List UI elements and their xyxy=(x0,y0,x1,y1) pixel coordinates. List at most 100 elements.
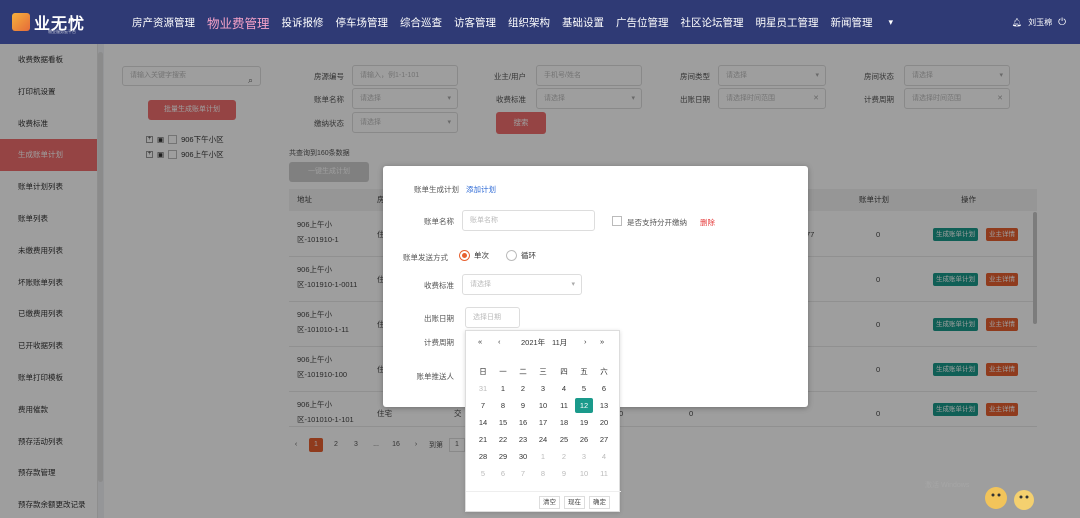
user-area: 🔔︎ 刘玉棉 ⏻ xyxy=(1012,0,1066,44)
send-loop-radio[interactable]: 循环 xyxy=(506,250,536,261)
calendar-day[interactable]: 3 xyxy=(534,381,552,396)
nav-item[interactable]: 综合巡查 xyxy=(400,15,442,30)
next-year-icon[interactable]: » xyxy=(600,337,604,346)
calendar-day[interactable]: 17 xyxy=(534,415,552,430)
calendar-day[interactable]: 27 xyxy=(595,432,613,447)
calendar-day[interactable]: 26 xyxy=(575,432,593,447)
calendar-day[interactable]: 29 xyxy=(494,449,512,464)
calendar-day[interactable]: 24 xyxy=(534,432,552,447)
prev-month-icon[interactable]: ‹ xyxy=(498,337,501,346)
calendar-day[interactable]: 15 xyxy=(494,415,512,430)
calendar-day[interactable]: 7 xyxy=(514,466,532,481)
delete-link[interactable]: 删除 xyxy=(700,217,715,228)
calendar-day[interactable]: 8 xyxy=(534,466,552,481)
calendar-day[interactable]: 23 xyxy=(514,432,532,447)
calendar-day[interactable]: 30 xyxy=(514,449,532,464)
weekday-label: 二 xyxy=(519,367,527,376)
nav-item[interactable]: 停车场管理 xyxy=(336,15,389,30)
user-name[interactable]: 刘玉棉 xyxy=(1028,17,1052,28)
calendar-day[interactable]: 10 xyxy=(534,398,552,413)
mascot-image xyxy=(982,478,1042,514)
calendar-day[interactable]: 18 xyxy=(555,415,573,430)
brand-logo[interactable]: 业无忧 物业服务云平台 xyxy=(12,9,85,35)
calendar-day[interactable]: 19 xyxy=(575,415,593,430)
main-nav: 房产资源管理 物业费管理 投诉报修 停车场管理 综合巡查 访客管理 组织架构 基础设置 广告位管… xyxy=(132,0,905,44)
calendar-day[interactable]: 7 xyxy=(474,398,492,413)
radio-on-icon xyxy=(459,250,470,261)
more-caret-icon[interactable]: ▾ xyxy=(889,17,894,28)
split-pay-checkbox[interactable] xyxy=(612,216,622,226)
calendar-day[interactable]: 6 xyxy=(494,466,512,481)
calendar-day[interactable]: 1 xyxy=(534,449,552,464)
calendar-day[interactable]: 13 xyxy=(595,398,613,413)
calendar-month[interactable]: 11月 xyxy=(552,337,567,348)
calendar-day[interactable]: 11 xyxy=(555,398,573,413)
fee-period-modal-label: 计费周期 xyxy=(424,338,454,347)
logo-mark-icon xyxy=(12,13,30,31)
weekday-label: 四 xyxy=(560,367,568,376)
calendar-day[interactable]: 9 xyxy=(555,466,573,481)
calendar-day[interactable]: 8 xyxy=(494,398,512,413)
radio-off-icon xyxy=(506,250,517,261)
power-icon[interactable]: ⏻ xyxy=(1058,17,1066,28)
nav-item[interactable]: 物业费管理 xyxy=(207,13,270,32)
calendar-day[interactable]: 28 xyxy=(474,449,492,464)
nav-item[interactable]: 房产资源管理 xyxy=(132,15,195,30)
nav-item[interactable]: 组织架构 xyxy=(508,15,550,30)
calendar-day[interactable]: 6 xyxy=(595,381,613,396)
date-picker: « ‹ 2021年 11月 › » 日一二三四五六 31 1 2 3 4 5 6 7 8 9 10 11… xyxy=(465,330,621,513)
calendar-day[interactable]: 2 xyxy=(514,381,532,396)
calendar-day[interactable]: 14 xyxy=(474,415,492,430)
nav-item[interactable]: 新闻管理 xyxy=(831,15,873,30)
next-month-icon[interactable]: › xyxy=(584,337,587,346)
calendar-day[interactable]: 5 xyxy=(575,381,593,396)
nav-item[interactable]: 社区论坛管理 xyxy=(681,15,744,30)
calendar-day[interactable]: 3 xyxy=(575,449,593,464)
weekday-label: 一 xyxy=(499,367,507,376)
calendar-day[interactable]: 11 xyxy=(595,466,613,481)
clear-button[interactable]: 清空 xyxy=(539,496,560,509)
bill-date-modal-input[interactable]: 选择日期 xyxy=(465,307,520,328)
calendar-day[interactable]: 9 xyxy=(514,398,532,413)
bill-name-modal-label: 账单名称 xyxy=(424,217,454,226)
bill-date-modal-label: 出账日期 xyxy=(424,314,454,323)
split-pay-label: 是否支持分开缴纳 xyxy=(627,218,687,227)
calendar-day[interactable]: 4 xyxy=(595,449,613,464)
calendar-day[interactable]: 20 xyxy=(595,415,613,430)
bill-name-modal-input[interactable]: 账单名称 xyxy=(462,210,595,231)
top-navbar: 业无忧 物业服务云平台 房产资源管理 物业费管理 投诉报修 停车场管理 综合巡查 访客管理… xyxy=(0,0,1080,44)
nav-item[interactable]: 广告位管理 xyxy=(616,15,669,30)
prev-year-icon[interactable]: « xyxy=(478,337,482,346)
calendar-day[interactable]: 22 xyxy=(494,432,512,447)
send-once-radio[interactable]: 单次 xyxy=(459,250,489,261)
weekday-label: 日 xyxy=(479,367,487,376)
nav-item[interactable]: 明星员工管理 xyxy=(756,15,819,30)
add-plan-link[interactable]: 添加计划 xyxy=(466,184,496,195)
mascot-icon xyxy=(985,487,1034,510)
calendar-day[interactable]: 12 xyxy=(575,398,593,413)
fee-standard-modal-select[interactable]: 请选择 ▾ xyxy=(462,274,582,295)
send-mode-label: 账单发送方式 xyxy=(403,253,448,262)
bell-icon[interactable]: 🔔︎ xyxy=(1012,18,1022,27)
calendar-day[interactable]: 31 xyxy=(474,381,492,396)
now-button[interactable]: 现在 xyxy=(564,496,585,509)
push-user-label: 账单推送人 xyxy=(416,372,455,381)
calendar-day[interactable]: 25 xyxy=(555,432,573,447)
calendar-day[interactable]: 16 xyxy=(514,415,532,430)
weekday-label: 六 xyxy=(600,367,608,376)
nav-item[interactable]: 投诉报修 xyxy=(282,15,324,30)
calendar-day[interactable]: 5 xyxy=(474,466,492,481)
fee-standard-modal-label: 收费标准 xyxy=(424,281,454,290)
calendar-footer: 清空 现在 确定 xyxy=(466,491,621,513)
calendar-day[interactable]: 2 xyxy=(555,449,573,464)
calendar-day[interactable]: 4 xyxy=(555,381,573,396)
weekday-label: 三 xyxy=(539,367,547,376)
calendar-day[interactable]: 10 xyxy=(575,466,593,481)
calendar-day[interactable]: 1 xyxy=(494,381,512,396)
nav-item[interactable]: 访客管理 xyxy=(454,15,496,30)
calendar-year[interactable]: 2021年 xyxy=(521,337,545,348)
ok-button[interactable]: 确定 xyxy=(589,496,610,509)
calendar-day[interactable]: 21 xyxy=(474,432,492,447)
nav-item[interactable]: 基础设置 xyxy=(562,15,604,30)
chevron-down-icon: ▾ xyxy=(571,281,575,288)
